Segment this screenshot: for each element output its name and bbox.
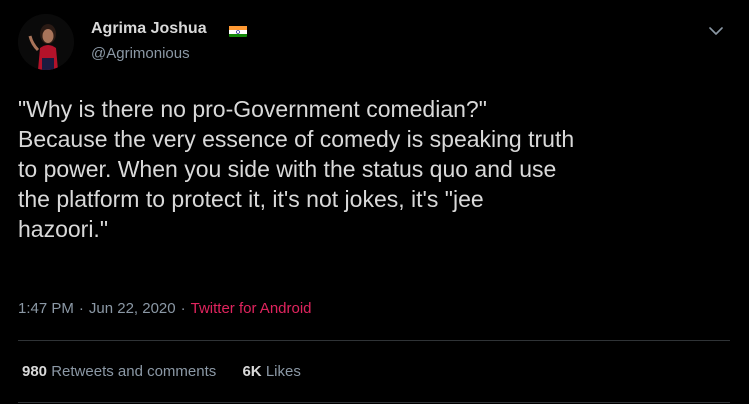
tweet-source-link[interactable]: Twitter for Android: [191, 300, 312, 317]
retweets-count: 980: [22, 363, 48, 380]
likes-label: Likes: [265, 363, 301, 380]
more-options-button[interactable]: [703, 18, 729, 44]
meta-separator: ·: [78, 300, 84, 317]
avatar[interactable]: [18, 14, 74, 70]
meta-separator: ·: [180, 300, 186, 317]
chevron-down-icon: [709, 26, 723, 35]
tweet-time[interactable]: 1:47 PM: [18, 300, 74, 317]
likes-count: 6K: [242, 363, 262, 380]
tweet-text: "Why is there no pro-Government comedian…: [18, 96, 575, 242]
tweet-card: Agrima Joshua @Agrimonious "Why is there…: [0, 0, 749, 404]
india-flag-icon: [229, 25, 247, 37]
divider: [18, 402, 730, 403]
author-name[interactable]: Agrima Joshua: [91, 19, 207, 39]
divider: [18, 340, 730, 341]
retweets-label: Retweets and comments: [51, 363, 217, 380]
tweet-date[interactable]: Jun 22, 2020: [89, 300, 176, 317]
author-handle[interactable]: @Agrimonious: [91, 44, 190, 64]
retweets-stat[interactable]: 980 Retweets and comments: [22, 362, 216, 382]
tweet-metadata: 1:47 PM · Jun 22, 2020 · Twitter for Android: [18, 299, 312, 319]
tweet-stats: 980 Retweets and comments 6K Likes: [22, 362, 301, 382]
likes-stat[interactable]: 6K Likes: [242, 362, 300, 382]
avatar-image: [18, 14, 74, 70]
